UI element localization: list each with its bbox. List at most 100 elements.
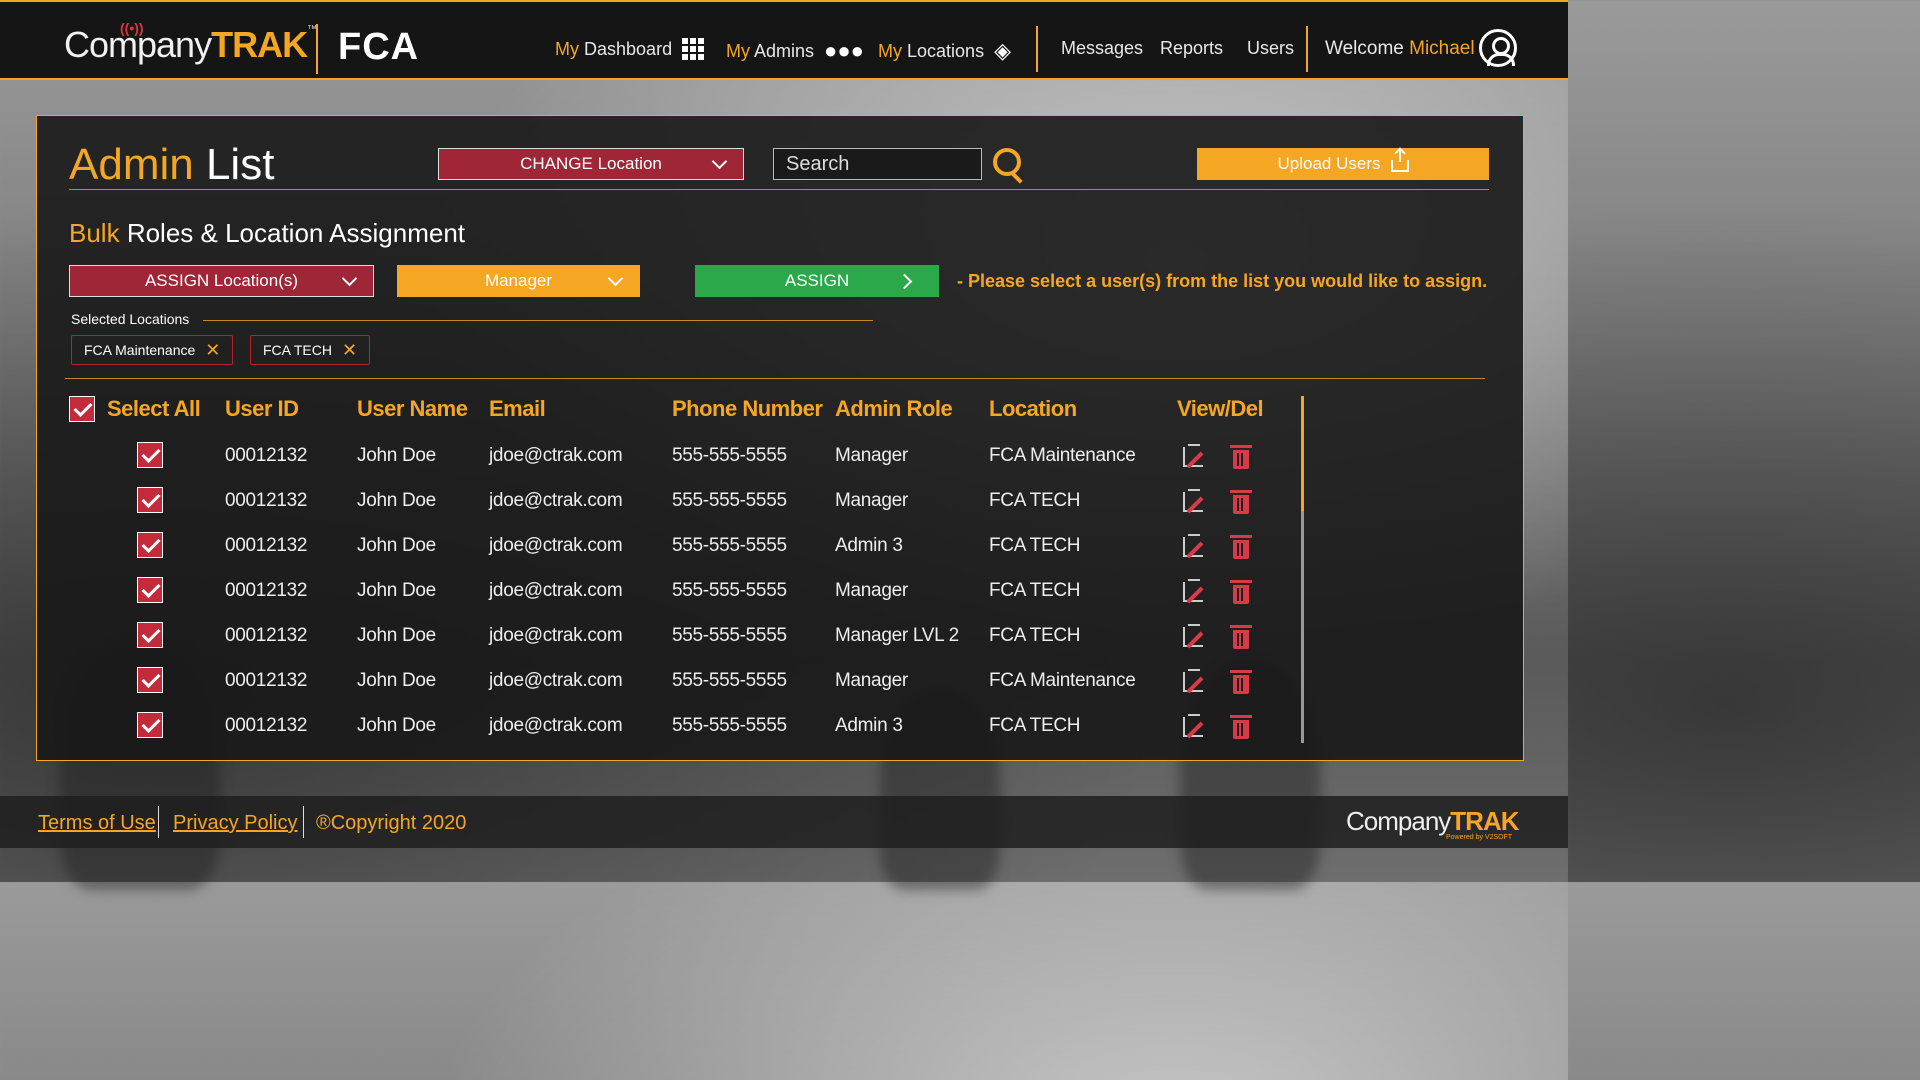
- location-chip[interactable]: FCA Maintenance ✕: [71, 335, 234, 365]
- table-scrollbar[interactable]: [1301, 396, 1304, 743]
- selected-locations-label: Selected Locations: [71, 311, 190, 327]
- table-row: 00012132 John Doe jdoe@ctrak.com 555-555…: [37, 662, 1297, 707]
- cell-phone: 555-555-5555: [672, 580, 787, 601]
- cell-phone: 555-555-5555: [672, 625, 787, 646]
- scrollbar-thumb[interactable]: [1301, 396, 1304, 511]
- row-checkbox[interactable]: [137, 532, 163, 558]
- trash-icon[interactable]: [1230, 625, 1252, 649]
- trash-icon[interactable]: [1230, 490, 1252, 514]
- cell-location: FCA TECH: [989, 535, 1081, 556]
- cell-email: jdoe@ctrak.com: [489, 715, 623, 736]
- edit-icon[interactable]: [1183, 489, 1203, 512]
- cell-user-name: John Doe: [357, 715, 436, 736]
- nav-reports[interactable]: Reports: [1160, 38, 1223, 59]
- column-header-user-id: User ID: [225, 396, 299, 421]
- edit-icon[interactable]: [1183, 579, 1203, 602]
- user-avatar-icon[interactable]: [1479, 29, 1517, 67]
- cell-admin-role: Manager LVL 2: [835, 625, 959, 646]
- column-header-admin-role: Admin Role: [835, 396, 953, 421]
- cell-location: FCA Maintenance: [989, 445, 1136, 466]
- cell-email: jdoe@ctrak.com: [489, 625, 623, 646]
- row-checkbox[interactable]: [137, 712, 163, 738]
- search-input[interactable]: [773, 148, 982, 180]
- title-accent: Admin: [69, 140, 194, 189]
- top-navigation-bar: ((•)) CompanyTRAK™ FCA My Dashboard My A…: [0, 0, 1568, 80]
- nav-my-locations[interactable]: My Locations ◈: [878, 38, 1011, 64]
- close-icon[interactable]: ✕: [342, 340, 357, 361]
- logo-company-text: Company: [64, 24, 212, 65]
- row-checkbox[interactable]: [137, 667, 163, 693]
- companytrak-logo[interactable]: CompanyTRAK™: [64, 24, 317, 66]
- role-dropdown[interactable]: Manager: [397, 265, 640, 297]
- nav-my-dashboard[interactable]: My Dashboard: [555, 38, 705, 60]
- cell-location: FCA TECH: [989, 625, 1081, 646]
- trash-icon[interactable]: [1230, 445, 1252, 469]
- row-checkbox[interactable]: [137, 487, 163, 513]
- privacy-policy-link[interactable]: Privacy Policy: [173, 812, 297, 835]
- table-row: 00012132 John Doe jdoe@ctrak.com 555-555…: [37, 527, 1297, 572]
- row-checkbox[interactable]: [137, 622, 163, 648]
- cell-admin-role: Admin 3: [835, 715, 903, 736]
- nav-label: Locations: [907, 40, 985, 61]
- button-label: Upload Users: [1277, 154, 1381, 173]
- edit-icon[interactable]: [1183, 534, 1203, 557]
- cell-user-id: 00012132: [225, 445, 308, 466]
- chip-label: FCA TECH: [263, 342, 332, 358]
- row-checkbox[interactable]: [137, 577, 163, 603]
- dropdown-label: CHANGE Location: [520, 154, 662, 173]
- trash-icon[interactable]: [1230, 535, 1252, 559]
- column-header-email: Email: [489, 396, 546, 421]
- welcome-user[interactable]: Welcome Michael: [1325, 38, 1475, 60]
- trash-icon[interactable]: [1230, 580, 1252, 604]
- cell-user-name: John Doe: [357, 625, 436, 646]
- assign-button[interactable]: ASSIGN: [695, 265, 939, 297]
- cell-admin-role: Manager: [835, 445, 908, 466]
- dashboard-grid-icon: [682, 38, 705, 60]
- table-row: 00012132 John Doe jdoe@ctrak.com 555-555…: [37, 617, 1297, 662]
- change-location-dropdown[interactable]: CHANGE Location: [438, 148, 744, 180]
- nav-users[interactable]: Users: [1247, 38, 1294, 59]
- assign-locations-dropdown[interactable]: ASSIGN Location(s): [69, 265, 374, 297]
- search-icon[interactable]: [993, 148, 1021, 176]
- location-chip[interactable]: FCA TECH ✕: [250, 335, 371, 365]
- select-all-checkbox[interactable]: [69, 396, 95, 422]
- terms-of-use-link[interactable]: Terms of Use: [38, 812, 156, 835]
- upload-icon: [1390, 150, 1409, 172]
- title-rest: List: [205, 140, 275, 189]
- chevron-right-icon: [896, 273, 913, 290]
- trash-icon[interactable]: [1230, 670, 1252, 694]
- assign-instruction: - Please select a user(s) from the list …: [957, 271, 1488, 291]
- cell-location: FCA TECH: [989, 715, 1081, 736]
- logo-trademark: ™: [307, 24, 317, 35]
- nav-my-admins[interactable]: My Admins ●●●: [726, 38, 864, 64]
- nav-label: Dashboard: [584, 38, 673, 59]
- row-checkbox[interactable]: [137, 442, 163, 468]
- logo-company-text: Company: [1346, 806, 1451, 836]
- section-title: Bulk Roles & Location Assignment: [69, 218, 465, 249]
- chevron-down-icon: [711, 153, 728, 170]
- edit-icon[interactable]: [1183, 444, 1203, 467]
- nav-prefix: My: [555, 38, 579, 59]
- cell-phone: 555-555-5555: [672, 490, 787, 511]
- cell-email: jdoe@ctrak.com: [489, 670, 623, 691]
- nav-label: Users: [1247, 38, 1295, 58]
- nav-messages[interactable]: Messages: [1061, 38, 1143, 59]
- cell-location: FCA TECH: [989, 490, 1081, 511]
- fca-logo: FCA: [338, 26, 420, 68]
- upload-users-button[interactable]: Upload Users: [1197, 148, 1489, 180]
- page-title: Admin List: [69, 140, 274, 190]
- close-icon[interactable]: ✕: [205, 340, 220, 361]
- edit-icon[interactable]: [1183, 714, 1203, 737]
- edit-icon[interactable]: [1183, 669, 1203, 692]
- table-row: 00012132 John Doe jdoe@ctrak.com 555-555…: [37, 437, 1297, 482]
- select-all-label[interactable]: Select All: [107, 396, 201, 422]
- logo-trak-text: TRAK: [211, 24, 308, 65]
- trash-icon[interactable]: [1230, 715, 1252, 739]
- copyright-text: ®Copyright 2020: [316, 812, 467, 834]
- table-row: 00012132 John Doe jdoe@ctrak.com 555-555…: [37, 482, 1297, 527]
- powered-by-text: Powered by V2SOFT: [1446, 834, 1513, 841]
- cell-location: FCA Maintenance: [989, 670, 1136, 691]
- edit-icon[interactable]: [1183, 624, 1203, 647]
- column-header-location: Location: [989, 396, 1077, 421]
- admin-list-panel: Admin List CHANGE Location Upload Users …: [36, 115, 1524, 761]
